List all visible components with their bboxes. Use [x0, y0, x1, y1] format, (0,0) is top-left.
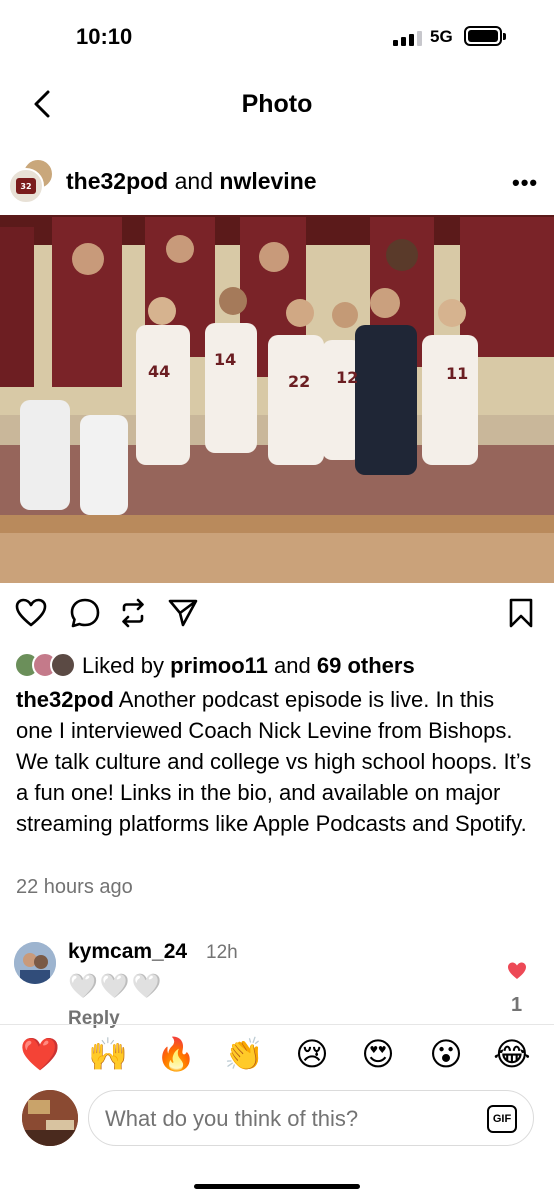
emoji-fire[interactable]: 🔥: [154, 1034, 198, 1074]
network-label: 5G: [430, 27, 453, 46]
likes-text: Liked by primoo11 and 69 others: [82, 653, 415, 679]
reply-button[interactable]: Reply: [68, 1008, 120, 1028]
liker-username[interactable]: primoo11: [170, 653, 268, 678]
basketball-team-photo: 44 14 22 12 11: [0, 215, 554, 583]
avatar: [22, 1090, 78, 1146]
post-caption: the32pod Another podcast episode is live…: [16, 684, 536, 839]
heart-outline-icon[interactable]: [14, 596, 48, 630]
post-authors: the32pod and nwlevine: [66, 168, 317, 195]
nav-bar: Photo: [0, 72, 554, 138]
avatar[interactable]: 32: [8, 158, 54, 204]
emoji-surprised[interactable]: 😮: [424, 1034, 468, 1074]
podcast-logo-icon: 32: [16, 178, 36, 194]
status-bar: 10:10 5G: [0, 0, 554, 72]
svg-text:22: 22: [288, 372, 310, 391]
comment-input-container: GIF: [88, 1090, 534, 1146]
post-actions: [0, 596, 554, 636]
battery-icon: [464, 26, 506, 46]
avatar-image: [22, 1090, 78, 1146]
post-header: 32 the32pod and nwlevine •••: [0, 150, 554, 214]
avatar-primary: 32: [8, 168, 44, 204]
comment-like-count: 1: [511, 994, 523, 1016]
status-time: 10:10: [76, 24, 133, 49]
svg-text:14: 14: [214, 350, 236, 369]
author-link[interactable]: the32pod: [66, 168, 168, 194]
send-icon[interactable]: [166, 596, 200, 630]
bookmark-icon[interactable]: [504, 596, 538, 630]
emoji-laughing[interactable]: 😂: [490, 1034, 534, 1074]
authors-conjunction: and: [174, 168, 213, 194]
svg-text:32: 32: [20, 182, 31, 191]
home-indicator: [194, 1184, 360, 1189]
liker-avatars: [14, 652, 82, 680]
comment-text: 🤍🤍🤍: [68, 973, 164, 1000]
comment-input[interactable]: [105, 1103, 465, 1135]
more-options-icon[interactable]: •••: [512, 170, 538, 196]
svg-text:12: 12: [336, 368, 358, 387]
likes-conjunction: and: [274, 653, 311, 678]
divider: [0, 1024, 554, 1025]
repost-icon[interactable]: [116, 596, 150, 630]
comment-username[interactable]: kymcam_24: [68, 940, 187, 964]
post-photo[interactable]: 44 14 22 12 11: [0, 215, 554, 583]
emoji-quick-reactions: ❤️ 🙌 🔥 👏 😢 😍 😮 😂: [0, 1034, 554, 1078]
comment-item: kymcam_24 12h 🤍🤍🤍 Reply 1: [0, 936, 554, 1028]
emoji-heart-eyes[interactable]: 😍: [356, 1034, 400, 1074]
emoji-crying[interactable]: 😢: [290, 1034, 334, 1074]
likes-prefix: Liked by: [82, 653, 164, 678]
likes-summary[interactable]: Liked by primoo11 and 69 others: [14, 650, 415, 682]
page-title: Photo: [241, 90, 313, 118]
emoji-red-heart[interactable]: ❤️: [18, 1034, 62, 1074]
heart-filled-icon[interactable]: [506, 960, 528, 982]
comment-bubble-icon[interactable]: [68, 596, 102, 630]
emoji-raising-hands[interactable]: 🙌: [86, 1034, 130, 1074]
comment-time: 12h: [206, 942, 238, 963]
svg-text:11: 11: [446, 364, 468, 383]
signal-icon: [393, 30, 425, 46]
post-timestamp: 22 hours ago: [16, 876, 133, 898]
likes-others[interactable]: 69 others: [317, 653, 415, 678]
avatar: [50, 652, 76, 678]
avatar[interactable]: [14, 942, 56, 984]
avatar-image: [14, 942, 56, 984]
gif-icon[interactable]: GIF: [487, 1105, 517, 1133]
emoji-clapping[interactable]: 👏: [222, 1034, 266, 1074]
author-link[interactable]: nwlevine: [219, 168, 316, 194]
caption-username[interactable]: the32pod: [16, 687, 114, 712]
comment-composer: GIF: [0, 1088, 554, 1152]
svg-text:44: 44: [148, 362, 170, 381]
